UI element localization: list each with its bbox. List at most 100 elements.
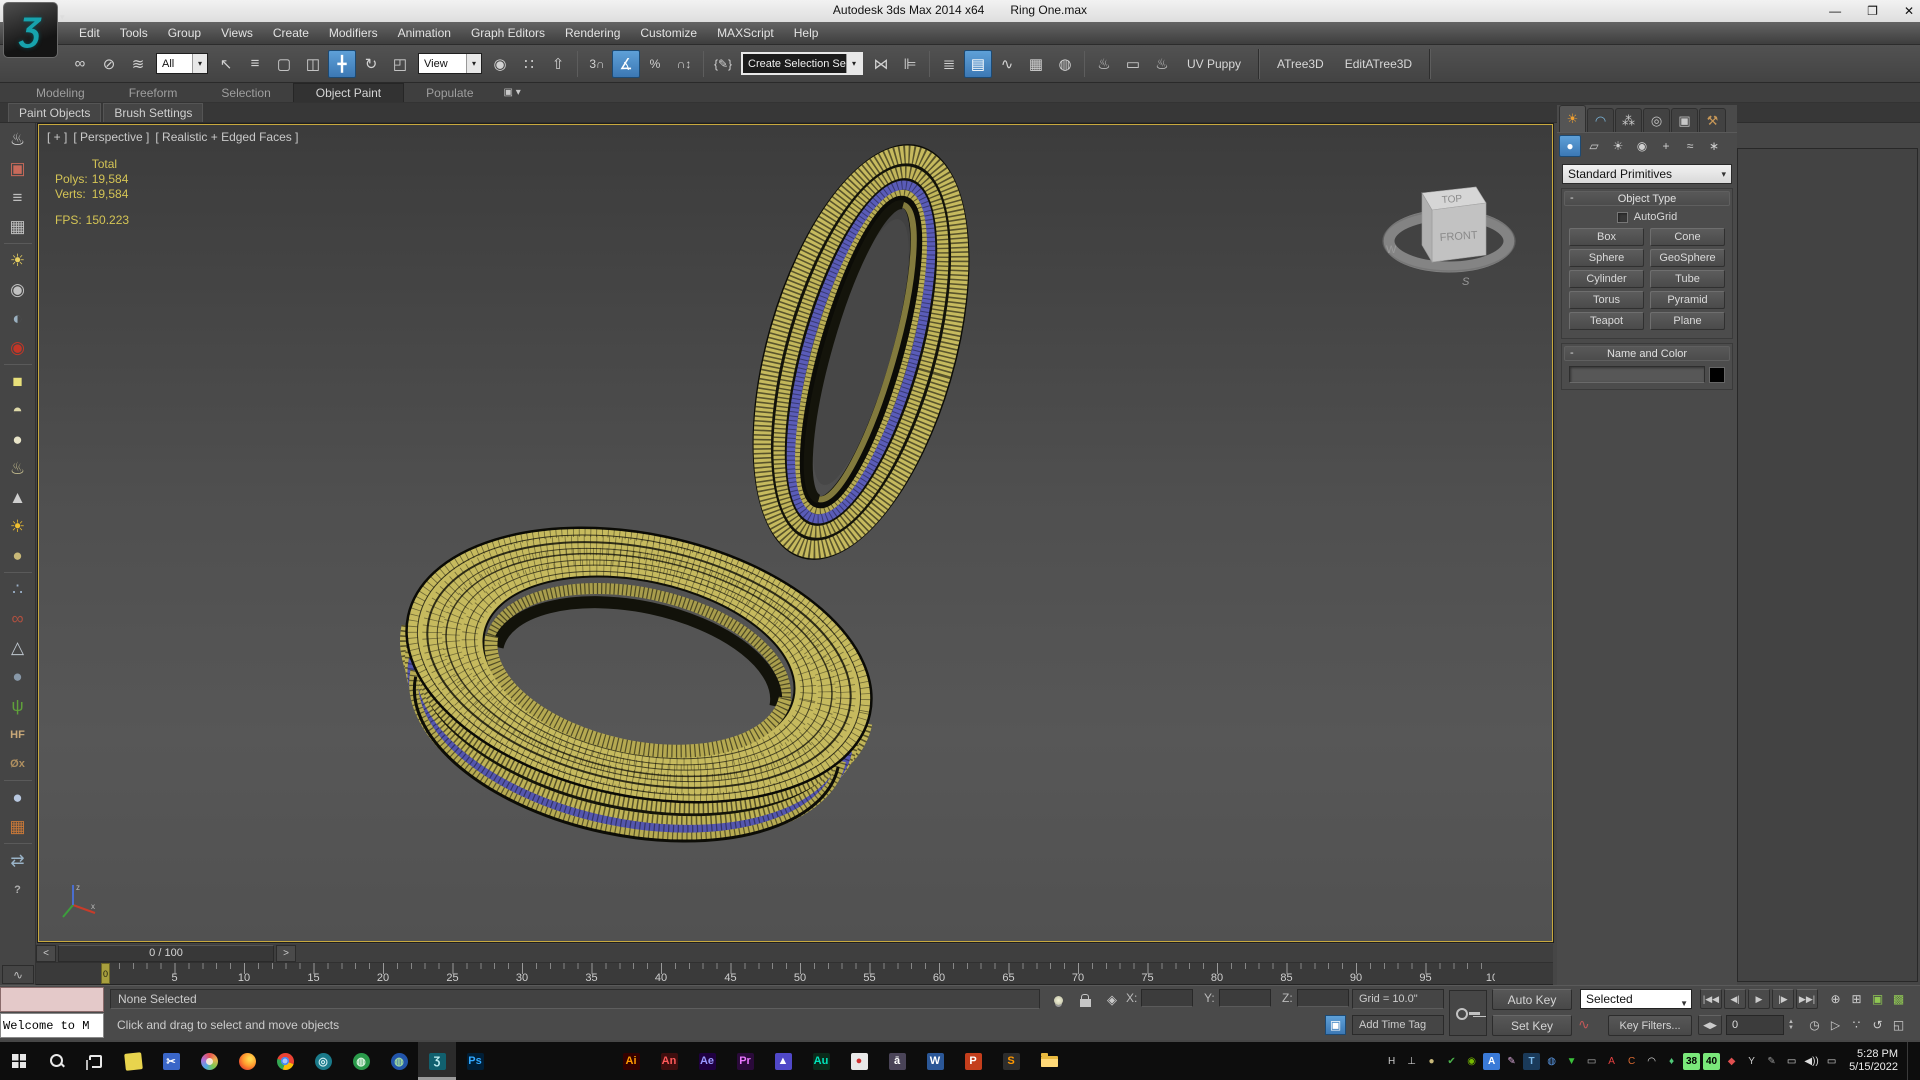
fur-ball-icon[interactable]: Øx	[3, 749, 33, 778]
sticky-notes-icon[interactable]	[114, 1042, 152, 1080]
render-setup-window-icon[interactable]: ▣	[3, 154, 33, 183]
earth-globe-icon[interactable]: ◍	[380, 1042, 418, 1080]
tray-badge-38[interactable]: 38	[1683, 1053, 1700, 1070]
tab-create[interactable]: ☀	[1559, 105, 1586, 132]
menu-tools[interactable]: Tools	[111, 23, 157, 43]
menu-rendering[interactable]: Rendering	[556, 23, 629, 43]
tab-motion[interactable]: ◎	[1643, 108, 1670, 132]
grass-icon[interactable]: ψ	[3, 691, 33, 720]
spinner-snap-toggle-icon[interactable]: ∩↕	[670, 50, 698, 78]
zoom-all-button[interactable]: ⊞	[1847, 989, 1866, 1009]
rock-icon[interactable]: ●	[3, 662, 33, 691]
select-and-scale-icon[interactable]: ◰	[386, 50, 414, 78]
tray-wifi-icon[interactable]: ◠	[1643, 1053, 1660, 1070]
perspective-viewport[interactable]: [ + ] [ Perspective ] [ Realistic + Edge…	[38, 124, 1553, 942]
zoom-extents-button[interactable]: ▣	[1868, 989, 1887, 1009]
tan-sphere-icon[interactable]: ●	[3, 541, 33, 570]
tray-a-icon[interactable]: A	[1483, 1053, 1500, 1070]
select-and-rotate-icon[interactable]: ↻	[357, 50, 385, 78]
3ds-max-icon[interactable]: Ʒ	[418, 1042, 456, 1080]
doc-transfer-icon[interactable]: ⇄	[3, 846, 33, 875]
snipping-tool-icon[interactable]: ✂	[152, 1042, 190, 1080]
menu-maxscript[interactable]: MAXScript	[708, 23, 783, 43]
tray-battery-icon[interactable]: ▭	[1783, 1053, 1800, 1070]
select-and-move-icon[interactable]: ╋	[328, 50, 356, 78]
tray-acrobat-icon[interactable]: A	[1603, 1053, 1620, 1070]
tray-moon-icon[interactable]: ●	[1423, 1053, 1440, 1070]
tray-tower-icon[interactable]: ⊥	[1403, 1053, 1420, 1070]
selection-lock-icon[interactable]	[1075, 990, 1095, 1010]
omni-light-icon[interactable]: ☀	[3, 512, 33, 541]
illustrator-icon[interactable]: Ai	[612, 1042, 650, 1080]
previous-frame-arrow[interactable]: <	[36, 945, 56, 962]
object-button-tube[interactable]: Tube	[1650, 270, 1725, 288]
blue-sphere-icon[interactable]: ●	[3, 783, 33, 812]
y-coordinate-field[interactable]	[1219, 989, 1271, 1007]
subcat-lights[interactable]: ☀	[1607, 135, 1629, 157]
time-slider-handle[interactable]: 0 / 100	[58, 945, 274, 962]
percent-snap-toggle-icon[interactable]: %	[641, 50, 669, 78]
media-app-icon[interactable]: ▲	[764, 1042, 802, 1080]
render-setup-icon[interactable]: ♨	[1090, 50, 1118, 78]
material-editor-icon[interactable]: ◍	[1051, 50, 1079, 78]
autogrid-checkbox[interactable]	[1617, 212, 1628, 223]
unlink-selection-icon[interactable]: ⊘	[95, 50, 123, 78]
named-selection-sets-combo[interactable]: Create Selection Se▾	[741, 52, 863, 75]
window-crossing-icon[interactable]: ◫	[299, 50, 327, 78]
subcat-shapes[interactable]: ▱	[1583, 135, 1605, 157]
subcat-cameras[interactable]: ◉	[1631, 135, 1653, 157]
tab-utilities[interactable]: ⚒	[1699, 108, 1726, 132]
tray-usb-icon[interactable]: Y	[1743, 1053, 1760, 1070]
auto-key-button[interactable]: Auto Key	[1492, 989, 1572, 1010]
set-key-button[interactable]: Set Key	[1492, 1015, 1572, 1036]
select-and-link-icon[interactable]: ∞	[66, 50, 94, 78]
object-button-torus[interactable]: Torus	[1569, 291, 1644, 309]
tray-wheel-icon[interactable]: ◍	[1543, 1053, 1560, 1070]
name-color-rollout-header[interactable]: - Name and Color	[1564, 346, 1730, 361]
subcat-helpers[interactable]: +	[1655, 135, 1677, 157]
menu-modifiers[interactable]: Modifiers	[320, 23, 387, 43]
maximize-button[interactable]: ❐	[1867, 4, 1878, 18]
tray-badge-40[interactable]: 40	[1703, 1053, 1720, 1070]
dome-primitive-icon[interactable]: ◓	[3, 396, 33, 425]
subcat-geometry[interactable]: ●	[1559, 135, 1581, 157]
chevron-down-icon[interactable]: ▾	[466, 54, 481, 73]
z-coordinate-field[interactable]	[1297, 989, 1349, 1007]
category-dropdown[interactable]: Standard Primitives▾	[1562, 164, 1732, 184]
file-explorer-icon[interactable]	[1030, 1042, 1068, 1080]
next-frame-arrow[interactable]: >	[276, 945, 296, 962]
hair-fur-icon[interactable]: HF	[3, 720, 33, 749]
align-icon[interactable]: ⊫	[896, 50, 924, 78]
search-button[interactable]	[38, 1042, 76, 1080]
premiere-icon[interactable]: Pr	[726, 1042, 764, 1080]
subtab-paint-objects[interactable]: Paint Objects	[8, 103, 101, 122]
chrome-icon[interactable]	[266, 1042, 304, 1080]
selection-filter-dropdown[interactable]: All▾	[156, 53, 208, 74]
isolate-selection-toggle[interactable]: ▣	[1325, 1015, 1346, 1035]
select-by-name-icon[interactable]: ≡	[241, 50, 269, 78]
ribbon-tab-selection[interactable]: Selection	[199, 83, 292, 102]
tray-pen-icon[interactable]: ✎	[1763, 1053, 1780, 1070]
close-button[interactable]: ✕	[1904, 4, 1914, 18]
layer-panel-icon[interactable]: ▦	[3, 212, 33, 241]
menu-help[interactable]: Help	[785, 23, 828, 43]
object-button-sphere[interactable]: Sphere	[1569, 249, 1644, 267]
ribbon-tab-object-paint[interactable]: Object Paint	[293, 83, 404, 102]
photoshop-icon[interactable]: Ps	[456, 1042, 494, 1080]
tray-hotspot-icon[interactable]: H	[1383, 1053, 1400, 1070]
key-mode-toggle[interactable]: ◀▶	[1698, 1015, 1722, 1035]
metaballs-icon[interactable]: ∞	[3, 604, 33, 633]
render-last-icon[interactable]: ♨	[3, 125, 33, 154]
menu-group[interactable]: Group	[159, 23, 210, 43]
atree3d-button[interactable]: ATree3D	[1267, 57, 1334, 71]
current-frame-marker[interactable]: 0	[101, 963, 110, 984]
taskbar-clock[interactable]: 5:28 PM 5/15/2022	[1849, 1048, 1898, 1074]
new-key-filter-curve-icon[interactable]: ∿	[1578, 1016, 1590, 1033]
tray-red-app-icon[interactable]: ◆	[1723, 1053, 1740, 1070]
ribbon-tab-freeform[interactable]: Freeform	[107, 83, 200, 102]
manage-layers-icon[interactable]: ≣	[935, 50, 963, 78]
object-name-input[interactable]	[1569, 366, 1705, 383]
animate-icon[interactable]: An	[650, 1042, 688, 1080]
tray-c-swirl-icon[interactable]: C	[1623, 1053, 1640, 1070]
orbit-button[interactable]: ↺	[1868, 1015, 1887, 1035]
